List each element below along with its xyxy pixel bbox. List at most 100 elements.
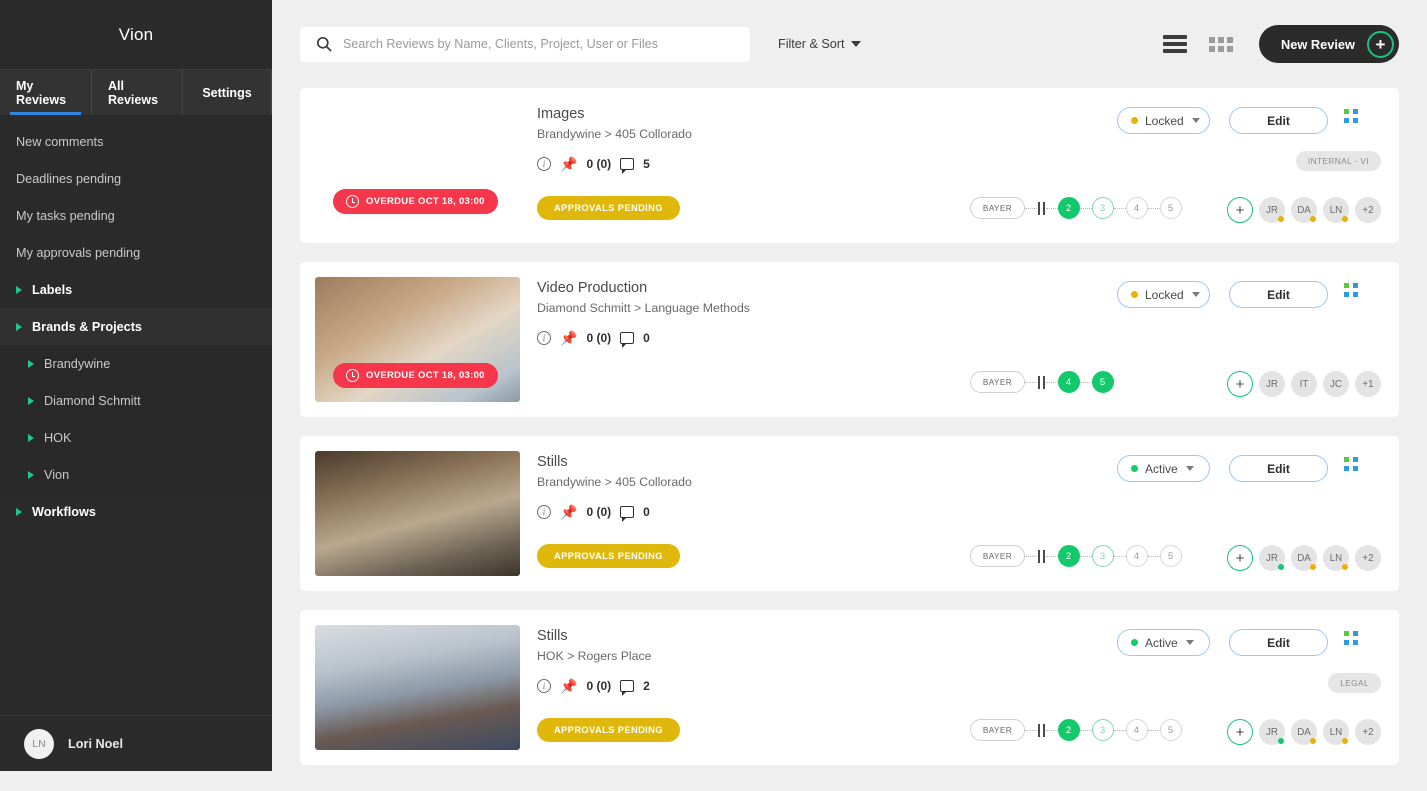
review-card[interactable]: StillsBrandywine > 405 Colloradoi📌0 (0)0… bbox=[300, 436, 1399, 591]
sidebar-item-label: My approvals pending bbox=[16, 246, 140, 260]
stepper-step-2[interactable]: 2 bbox=[1058, 197, 1080, 219]
sidebar-group-labels[interactable]: Labels bbox=[0, 271, 272, 308]
comment-icon[interactable] bbox=[620, 332, 634, 344]
sidebar-item-my-approvals-pending[interactable]: My approvals pending bbox=[0, 234, 272, 271]
edit-button[interactable]: Edit bbox=[1229, 629, 1328, 656]
stepper-step-2[interactable]: 2 bbox=[1058, 719, 1080, 741]
stepper-pause-icon bbox=[1038, 550, 1045, 563]
tab-all-reviews[interactable]: All Reviews bbox=[92, 70, 183, 115]
sidebar-item-my-tasks-pending[interactable]: My tasks pending bbox=[0, 197, 272, 234]
sidebar-item-brandywine[interactable]: Brandywine bbox=[0, 345, 272, 382]
review-breadcrumb: Diamond Schmitt > Language Methods bbox=[537, 301, 1109, 315]
apps-grid-icon[interactable] bbox=[1344, 283, 1358, 297]
avatar[interactable]: +2 bbox=[1355, 197, 1381, 223]
status-badge[interactable]: Locked bbox=[1117, 107, 1210, 134]
avatar-group: +JRITJC+1 bbox=[1227, 371, 1381, 397]
status-badge[interactable]: Active bbox=[1117, 455, 1210, 482]
sidebar-item-new-comments[interactable]: New comments bbox=[0, 123, 272, 160]
info-icon[interactable]: i bbox=[537, 505, 551, 519]
pin-icon[interactable]: 📌 bbox=[560, 157, 577, 171]
review-thumbnail[interactable] bbox=[315, 451, 520, 576]
chevron-down-icon bbox=[851, 41, 861, 47]
chevron-right-icon bbox=[28, 434, 34, 442]
add-member-button[interactable]: + bbox=[1227, 545, 1253, 571]
overdue-badge: OVERDUE OCT 18, 03:00 bbox=[333, 363, 498, 388]
filter-sort-button[interactable]: Filter & Sort bbox=[778, 37, 861, 51]
review-meta-row: i📌0 (0)0 bbox=[537, 331, 1109, 345]
sidebar-group-workflows[interactable]: Workflows bbox=[0, 493, 272, 530]
review-card[interactable]: OVERDUE OCT 18, 03:00ImagesBrandywine > … bbox=[300, 88, 1399, 243]
add-member-button[interactable]: + bbox=[1227, 197, 1253, 223]
sidebar-item-diamond-schmitt[interactable]: Diamond Schmitt bbox=[0, 382, 272, 419]
info-icon[interactable]: i bbox=[537, 679, 551, 693]
comment-icon[interactable] bbox=[620, 506, 634, 518]
status-badge[interactable]: Locked bbox=[1117, 281, 1210, 308]
comment-icon[interactable] bbox=[620, 158, 634, 170]
add-member-button[interactable]: + bbox=[1227, 371, 1253, 397]
stepper-step-2[interactable]: 2 bbox=[1058, 545, 1080, 567]
add-member-button[interactable]: + bbox=[1227, 719, 1253, 745]
apps-grid-icon[interactable] bbox=[1344, 109, 1358, 123]
list-view-icon[interactable] bbox=[1163, 35, 1187, 53]
avatar[interactable]: LN bbox=[1323, 197, 1349, 223]
filter-sort-label: Filter & Sort bbox=[778, 37, 844, 51]
pin-icon[interactable]: 📌 bbox=[560, 679, 577, 693]
sidebar-item-label: New comments bbox=[16, 135, 103, 149]
stepper-client-pill[interactable]: BAYER bbox=[970, 197, 1025, 219]
avatar[interactable]: LN bbox=[1323, 545, 1349, 571]
avatar[interactable]: +2 bbox=[1355, 719, 1381, 745]
avatar[interactable]: +1 bbox=[1355, 371, 1381, 397]
status-label: Active bbox=[1145, 462, 1178, 476]
tab-settings[interactable]: Settings bbox=[183, 70, 272, 115]
avatar[interactable]: LN bbox=[1323, 719, 1349, 745]
sidebar-nav: New comments Deadlines pending My tasks … bbox=[0, 115, 272, 715]
pin-icon[interactable]: 📌 bbox=[560, 505, 577, 519]
review-card[interactable]: OVERDUE OCT 18, 03:00Video ProductionDia… bbox=[300, 262, 1399, 417]
grid-view-icon[interactable] bbox=[1209, 37, 1233, 52]
avatar[interactable]: JR bbox=[1259, 719, 1285, 745]
edit-button[interactable]: Edit bbox=[1229, 455, 1328, 482]
edit-button[interactable]: Edit bbox=[1229, 107, 1328, 134]
sidebar-group-brands-projects[interactable]: Brands & Projects bbox=[0, 308, 272, 345]
chevron-down-icon bbox=[1192, 118, 1200, 123]
info-icon[interactable]: i bbox=[537, 157, 551, 171]
avatar[interactable]: JR bbox=[1259, 545, 1285, 571]
chevron-right-icon bbox=[16, 286, 22, 294]
new-review-button[interactable]: New Review + bbox=[1259, 25, 1399, 63]
search-input[interactable] bbox=[343, 37, 734, 51]
apps-grid-icon[interactable] bbox=[1344, 457, 1358, 471]
avatar[interactable]: +2 bbox=[1355, 545, 1381, 571]
review-thumbnail[interactable] bbox=[315, 625, 520, 750]
stepper-client-pill[interactable]: BAYER bbox=[970, 371, 1025, 393]
avatar[interactable]: DA bbox=[1291, 197, 1317, 223]
stepper-step-4[interactable]: 4 bbox=[1058, 371, 1080, 393]
sidebar-item-deadlines-pending[interactable]: Deadlines pending bbox=[0, 160, 272, 197]
avatar[interactable]: JC bbox=[1323, 371, 1349, 397]
apps-grid-icon[interactable] bbox=[1344, 631, 1358, 645]
comment-count: 0 bbox=[643, 505, 650, 519]
stepper-client-pill[interactable]: BAYER bbox=[970, 719, 1025, 741]
avatar-status-dot bbox=[1342, 738, 1348, 744]
tab-my-reviews[interactable]: My Reviews bbox=[0, 70, 92, 115]
user-profile[interactable]: LN Lori Noel bbox=[0, 715, 272, 771]
avatar[interactable]: JR bbox=[1259, 371, 1285, 397]
search-box[interactable] bbox=[300, 27, 750, 62]
sidebar-project-label: Brandywine bbox=[44, 357, 110, 371]
sidebar-item-hok[interactable]: HOK bbox=[0, 419, 272, 456]
comment-icon[interactable] bbox=[620, 680, 634, 692]
status-badge[interactable]: Active bbox=[1117, 629, 1210, 656]
pin-icon[interactable]: 📌 bbox=[560, 331, 577, 345]
stepper-client-pill[interactable]: BAYER bbox=[970, 545, 1025, 567]
review-thumbnail[interactable]: OVERDUE OCT 18, 03:00 bbox=[315, 103, 520, 228]
sidebar-item-vion[interactable]: Vion bbox=[0, 456, 272, 493]
avatar[interactable]: DA bbox=[1291, 719, 1317, 745]
edit-button[interactable]: Edit bbox=[1229, 281, 1328, 308]
stepper-pause-icon bbox=[1038, 724, 1045, 737]
avatar[interactable]: JR bbox=[1259, 197, 1285, 223]
avatar[interactable]: DA bbox=[1291, 545, 1317, 571]
sidebar: Vion My Reviews All Reviews Settings New… bbox=[0, 0, 272, 771]
info-icon[interactable]: i bbox=[537, 331, 551, 345]
avatar[interactable]: IT bbox=[1291, 371, 1317, 397]
review-thumbnail[interactable]: OVERDUE OCT 18, 03:00 bbox=[315, 277, 520, 402]
review-card[interactable]: StillsHOK > Rogers Placei📌0 (0)2APPROVAL… bbox=[300, 610, 1399, 765]
